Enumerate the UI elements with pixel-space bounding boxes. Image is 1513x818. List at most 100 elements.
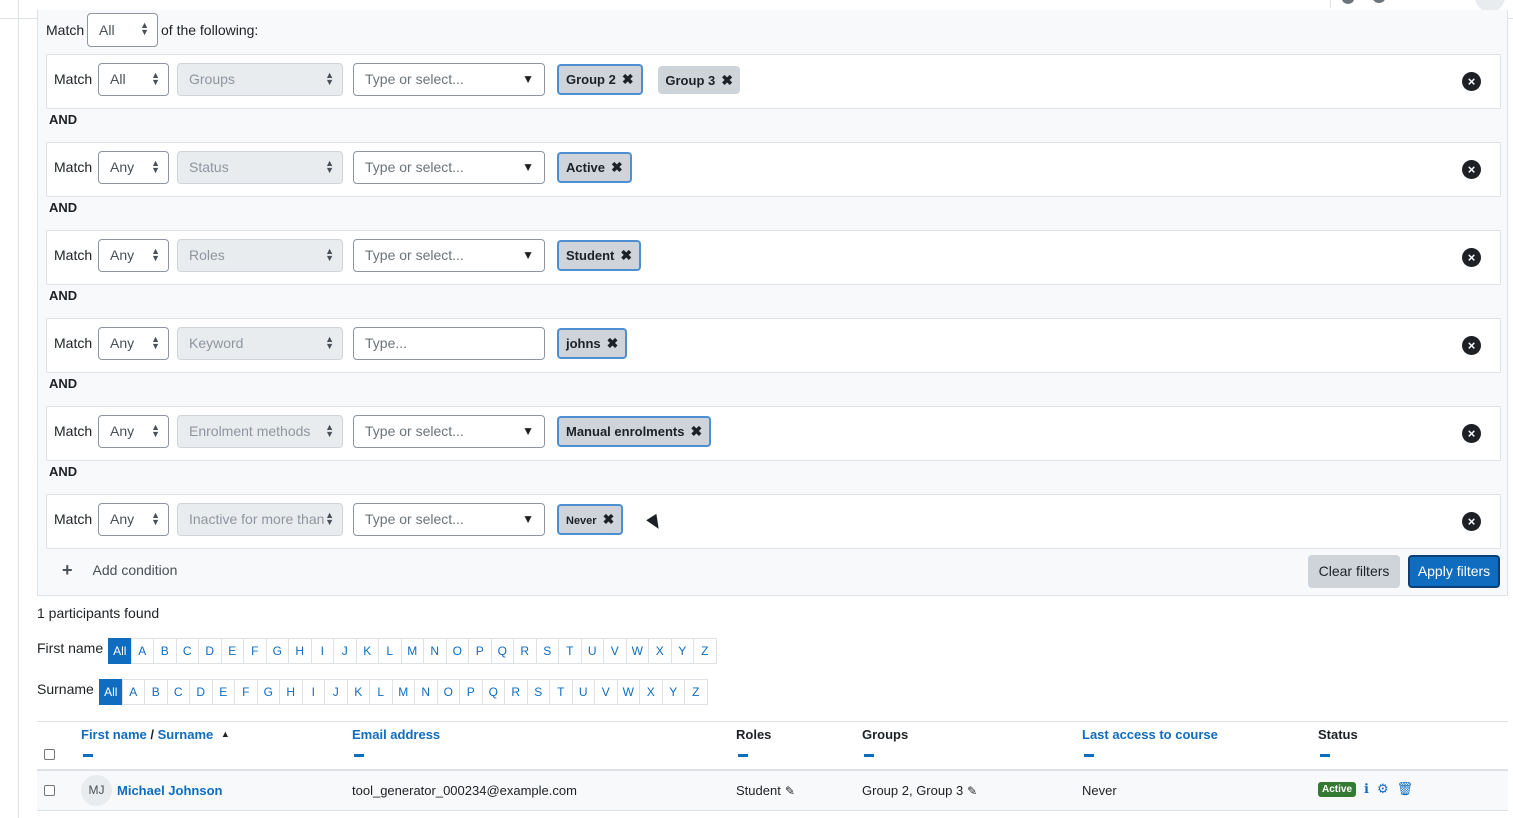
first-name-initial-d[interactable]: D <box>198 638 222 664</box>
chevron-down-icon[interactable]: ▼ <box>522 240 534 271</box>
trash-icon[interactable]: 🗑 <box>1397 781 1414 796</box>
match-type-select[interactable]: All ▲ ▼ <box>98 63 169 96</box>
value-combobox[interactable]: Type or select... ▼ <box>353 503 545 536</box>
surname-initial-s[interactable]: S <box>526 679 550 705</box>
sort-email-link[interactable]: Email address <box>352 727 440 742</box>
messages-icon[interactable] <box>1372 0 1386 3</box>
remove-chip-icon[interactable]: ✖ <box>622 71 634 87</box>
surname-initial-h[interactable]: H <box>279 679 303 705</box>
pencil-icon[interactable]: ✎ <box>785 784 795 798</box>
match-type-select[interactable]: Any ▲ ▼ <box>98 503 169 536</box>
first-name-initial-v[interactable]: V <box>603 638 627 664</box>
add-condition-button[interactable]: + Add condition <box>62 559 177 580</box>
surname-initial-p[interactable]: P <box>459 679 483 705</box>
selected-value-chip[interactable]: Student ✖ <box>557 240 642 271</box>
collapse-groups-icon[interactable] <box>864 754 874 757</box>
surname-initial-g[interactable]: G <box>256 679 280 705</box>
participant-name-link[interactable]: Michael Johnson <box>117 783 222 798</box>
first-name-initial-h[interactable]: H <box>288 638 312 664</box>
first-name-initial-z[interactable]: Z <box>693 638 717 664</box>
selected-value-chip[interactable]: Manual enrolments ✖ <box>557 416 712 447</box>
chevron-down-icon[interactable]: ▼ <box>522 504 534 535</box>
surname-initial-a[interactable]: A <box>121 679 145 705</box>
surname-initial-c[interactable]: C <box>166 679 190 705</box>
first-name-initial-t[interactable]: T <box>558 638 582 664</box>
first-name-initial-w[interactable]: W <box>625 638 649 664</box>
first-name-initial-c[interactable]: C <box>175 638 199 664</box>
first-name-initial-k[interactable]: K <box>355 638 379 664</box>
surname-initial-j[interactable]: J <box>324 679 348 705</box>
close-circle-icon[interactable]: × <box>1462 72 1481 91</box>
sort-last-access-link[interactable]: Last access to course <box>1082 727 1218 742</box>
close-circle-icon[interactable]: × <box>1462 512 1481 531</box>
surname-initial-l[interactable]: L <box>369 679 393 705</box>
close-circle-icon[interactable]: × <box>1462 160 1481 179</box>
surname-initial-i[interactable]: I <box>301 679 325 705</box>
surname-initial-n[interactable]: N <box>414 679 438 705</box>
first-name-initial-o[interactable]: O <box>445 638 469 664</box>
collapse-email-icon[interactable] <box>354 754 364 757</box>
first-name-initial-i[interactable]: I <box>310 638 334 664</box>
close-circle-icon[interactable]: × <box>1462 424 1481 443</box>
close-circle-icon[interactable]: × <box>1462 336 1481 355</box>
selected-value-chip[interactable]: Active ✖ <box>557 152 632 183</box>
match-type-select[interactable]: Any ▲ ▼ <box>98 239 169 272</box>
selected-value-chip[interactable]: Group 2 ✖ <box>557 64 643 95</box>
value-combobox[interactable]: Type or select... ▼ <box>353 63 545 96</box>
collapse-status-icon[interactable] <box>1320 754 1330 757</box>
sort-first-name-link[interactable]: First name <box>81 727 147 742</box>
first-name-initial-p[interactable]: P <box>468 638 492 664</box>
gear-icon[interactable]: ⚙ <box>1377 781 1389 796</box>
surname-initial-x[interactable]: X <box>639 679 663 705</box>
row-select-checkbox[interactable] <box>44 785 55 796</box>
surname-initial-t[interactable]: T <box>549 679 573 705</box>
sort-surname-link[interactable]: Surname <box>158 727 214 742</box>
first-name-initial-f[interactable]: F <box>243 638 267 664</box>
surname-initial-d[interactable]: D <box>189 679 213 705</box>
collapse-name-icon[interactable] <box>83 754 93 757</box>
surname-initial-all[interactable]: All <box>99 679 123 705</box>
chevron-down-icon[interactable]: ▼ <box>522 152 534 183</box>
first-name-initial-g[interactable]: G <box>265 638 289 664</box>
match-type-select[interactable]: Any ▲ ▼ <box>98 327 169 360</box>
selected-value-chip[interactable]: Never ✖ <box>557 504 624 535</box>
notifications-icon[interactable] <box>1342 0 1354 4</box>
selected-value-chip[interactable]: Group 3 ✖ <box>658 66 740 94</box>
match-type-select[interactable]: Any ▲ ▼ <box>98 151 169 184</box>
select-all-checkbox[interactable] <box>44 749 55 760</box>
first-name-initial-u[interactable]: U <box>580 638 604 664</box>
collapse-roles-icon[interactable] <box>738 754 748 757</box>
info-icon[interactable]: ℹ <box>1364 781 1369 796</box>
first-name-initial-all[interactable]: All <box>108 638 132 664</box>
first-name-initial-n[interactable]: N <box>423 638 447 664</box>
first-name-initial-y[interactable]: Y <box>670 638 694 664</box>
surname-initial-e[interactable]: E <box>211 679 235 705</box>
clear-filters-button[interactable]: Clear filters <box>1308 555 1400 588</box>
first-name-initial-r[interactable]: R <box>513 638 537 664</box>
remove-chip-icon[interactable]: ✖ <box>721 72 733 88</box>
first-name-initial-a[interactable]: A <box>130 638 154 664</box>
first-name-initial-s[interactable]: S <box>535 638 559 664</box>
apply-filters-button[interactable]: Apply filters <box>1408 555 1500 588</box>
surname-initial-b[interactable]: B <box>144 679 168 705</box>
first-name-initial-l[interactable]: L <box>378 638 402 664</box>
surname-initial-k[interactable]: K <box>346 679 370 705</box>
remove-chip-icon[interactable]: ✖ <box>607 335 619 351</box>
first-name-initial-e[interactable]: E <box>220 638 244 664</box>
first-name-initial-b[interactable]: B <box>153 638 177 664</box>
match-all-select[interactable]: All ▲ ▼ <box>87 13 158 47</box>
surname-initial-w[interactable]: W <box>616 679 640 705</box>
value-combobox[interactable]: Type or select... ▼ <box>353 415 545 448</box>
match-type-select[interactable]: Any ▲ ▼ <box>98 415 169 448</box>
surname-initial-q[interactable]: Q <box>481 679 505 705</box>
collapse-last-access-icon[interactable] <box>1084 754 1094 757</box>
surname-initial-m[interactable]: M <box>391 679 415 705</box>
chevron-down-icon[interactable]: ▼ <box>522 64 534 95</box>
pencil-icon[interactable]: ✎ <box>967 784 977 798</box>
remove-chip-icon[interactable]: ✖ <box>603 511 615 527</box>
first-name-initial-q[interactable]: Q <box>490 638 514 664</box>
close-circle-icon[interactable]: × <box>1462 248 1481 267</box>
remove-chip-icon[interactable]: ✖ <box>620 247 632 263</box>
remove-chip-icon[interactable]: ✖ <box>611 159 623 175</box>
first-name-initial-m[interactable]: M <box>400 638 424 664</box>
